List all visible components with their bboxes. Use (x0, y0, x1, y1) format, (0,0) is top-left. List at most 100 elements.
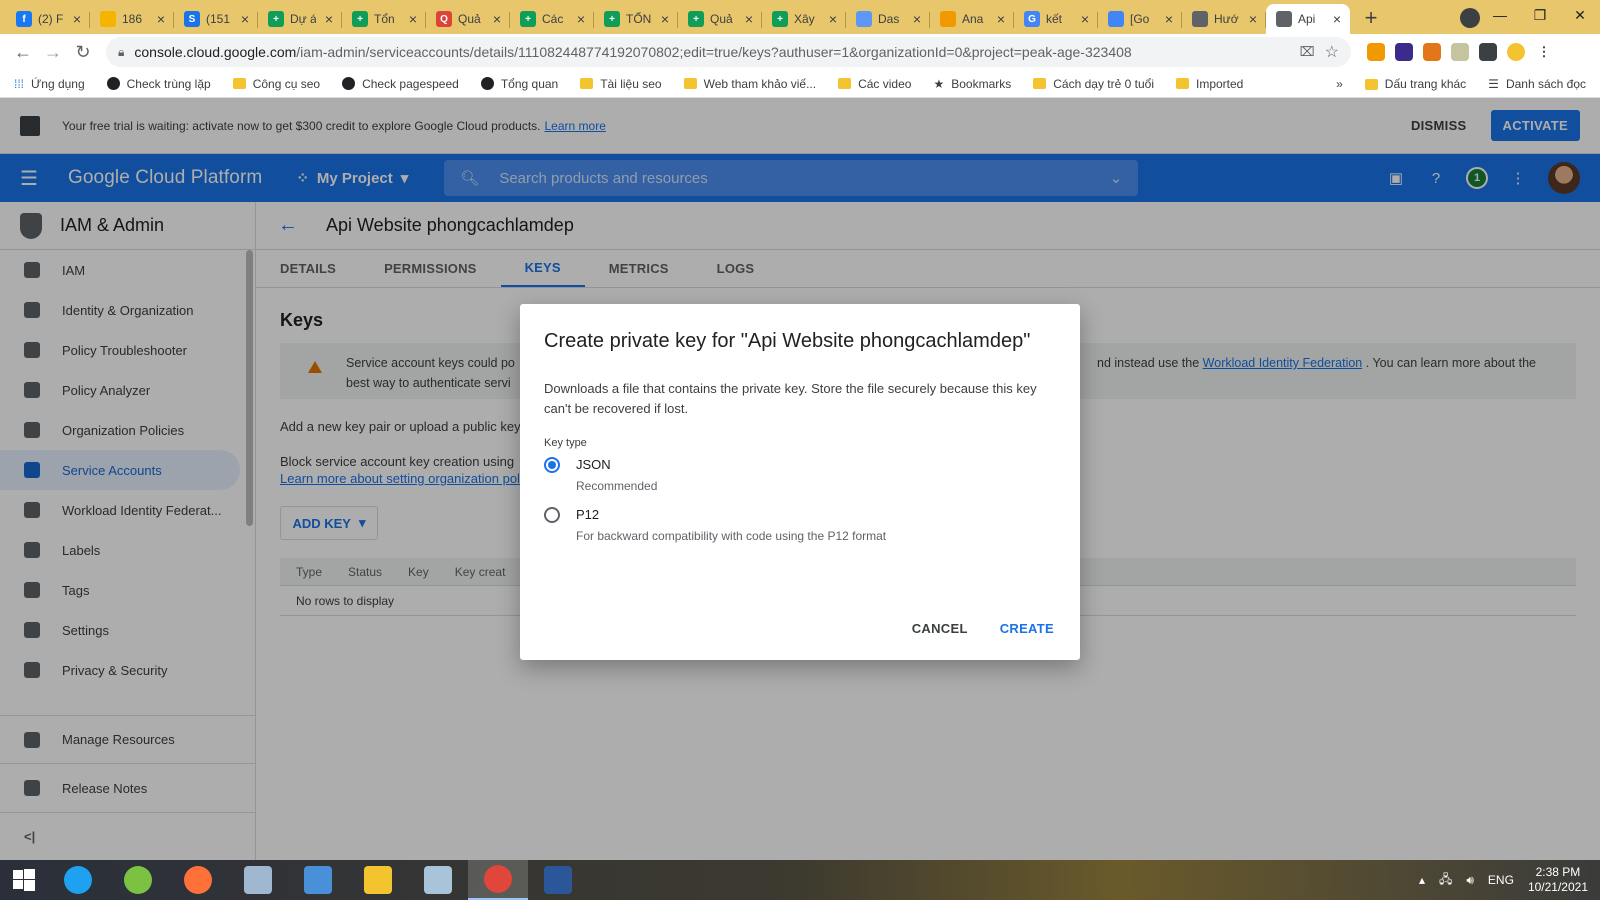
browser-tab[interactable]: S (151 × (174, 4, 258, 34)
browser-tab[interactable]: 186 × (90, 4, 174, 34)
tab-close-icon[interactable]: × (1330, 12, 1344, 26)
profile-extension-icon[interactable] (1507, 43, 1525, 61)
taskbar-chrome-icon[interactable] (468, 860, 528, 900)
json-option[interactable]: JSON Recommended (544, 455, 1056, 493)
browser-tab[interactable]: + TỔN × (594, 4, 678, 34)
tab-close-icon[interactable]: × (154, 12, 168, 26)
puzzle-extensions-icon[interactable] (1479, 43, 1497, 61)
bookmark-item[interactable]: Công cụ seo (232, 77, 320, 91)
tab-favicon-icon (856, 11, 872, 27)
json-label[interactable]: JSON (576, 455, 657, 475)
bookmark-item[interactable]: Check pagespeed (342, 77, 459, 91)
lock-icon[interactable]: 🔒︎ (118, 45, 124, 60)
bookmark-item[interactable]: Cách dạy trẻ 0 tuổi (1033, 77, 1154, 91)
tab-close-icon[interactable]: × (574, 12, 588, 26)
browser-tab[interactable]: + Tổn × (342, 4, 426, 34)
tab-close-icon[interactable]: × (742, 12, 756, 26)
metamask-icon[interactable] (1423, 43, 1441, 61)
p12-option[interactable]: P12 For backward compatibility with code… (544, 505, 1056, 543)
tab-favicon-icon: + (772, 11, 788, 27)
bookmarks-overflow-icon[interactable]: » (1336, 77, 1343, 91)
close-window-icon[interactable]: ✕ (1560, 7, 1600, 24)
network-icon[interactable]: 🖧︎ (1439, 870, 1452, 891)
bookmark-star-icon[interactable]: ☆ (1325, 42, 1339, 62)
folder-icon (838, 78, 852, 89)
create-button[interactable]: CREATE (1000, 621, 1054, 636)
language-indicator[interactable]: ENG (1488, 873, 1514, 887)
bookmark-item[interactable]: Tài liệu seo (580, 77, 662, 91)
browser-tab[interactable]: + Xây × (762, 4, 846, 34)
bookmark-item[interactable]: ⁞⁞⁞ Ứng dụng (14, 77, 85, 91)
windows-start-icon[interactable] (0, 860, 48, 900)
browser-tab[interactable]: + Dự á × (258, 4, 342, 34)
tab-close-icon[interactable]: × (1246, 12, 1260, 26)
other-bookmarks-folder[interactable]: Dấu trang khác (1364, 77, 1466, 91)
translate-icon[interactable]: ⌧ (1300, 44, 1315, 60)
volume-icon[interactable]: 🔊︎ (1466, 873, 1474, 888)
taskbar-word-icon[interactable] (528, 860, 588, 900)
extension-4-icon[interactable] (1451, 43, 1469, 61)
dialog-actions: CANCEL CREATE (912, 621, 1054, 636)
extension-2-icon[interactable] (1395, 43, 1413, 61)
extension-1-icon[interactable] (1367, 43, 1385, 61)
address-bar-row: ← → ↻ 🔒︎ console.cloud.google.com/iam-ad… (0, 34, 1600, 70)
tray-expand-icon[interactable]: ▴ (1419, 873, 1425, 887)
browser-tab[interactable]: + Quả × (678, 4, 762, 34)
browser-tab[interactable]: Gkết × (1014, 4, 1098, 34)
bookmark-label: Imported (1196, 76, 1244, 91)
restore-icon[interactable]: ❐ (1520, 7, 1560, 24)
tab-title: Quả (710, 12, 733, 26)
taskbar-notepad-icon[interactable] (408, 860, 468, 900)
p12-label[interactable]: P12 (576, 505, 886, 525)
tab-close-icon[interactable]: × (406, 12, 420, 26)
back-arrow-icon[interactable]: ← (8, 37, 38, 67)
clock[interactable]: 2:38 PM 10/21/2021 (1528, 865, 1588, 895)
tab-close-icon[interactable]: × (70, 12, 84, 26)
cancel-button[interactable]: CANCEL (912, 621, 968, 636)
forward-arrow-icon[interactable]: → (38, 37, 68, 67)
tab-close-icon[interactable]: × (322, 12, 336, 26)
tab-close-icon[interactable]: × (994, 12, 1008, 26)
tab-close-icon[interactable]: × (1078, 12, 1092, 26)
chrome-profile-menu-icon[interactable] (1460, 8, 1480, 28)
tab-close-icon[interactable]: × (238, 12, 252, 26)
omnibox[interactable]: 🔒︎ console.cloud.google.com/iam-admin/se… (106, 37, 1351, 67)
tab-close-icon[interactable]: × (658, 12, 672, 26)
minimize-icon[interactable]: — (1480, 7, 1520, 23)
browser-tab[interactable]: Ana × (930, 4, 1014, 34)
browser-tab[interactable]: + Các × (510, 4, 594, 34)
window-controls: — ❐ ✕ (1480, 0, 1600, 30)
taskbar-internet-explorer-icon[interactable] (48, 860, 108, 900)
taskbar-control-panel-icon[interactable] (288, 860, 348, 900)
taskbar-calculator-icon[interactable] (228, 860, 288, 900)
bookmark-item[interactable]: Imported (1176, 77, 1243, 91)
taskbar-file-explorer-icon[interactable] (348, 860, 408, 900)
tab-favicon-icon: S (184, 11, 200, 27)
tab-close-icon[interactable]: × (910, 12, 924, 26)
p12-radio[interactable] (544, 507, 560, 523)
browser-tab[interactable]: Q Quả × (426, 4, 510, 34)
tab-title: Das (878, 12, 900, 26)
url-text[interactable]: console.cloud.google.com/iam-admin/servi… (134, 44, 1289, 60)
bookmark-item[interactable]: Tổng quan (480, 77, 558, 91)
chrome-menu-icon[interactable]: ⋮ (1535, 43, 1553, 61)
browser-tab[interactable]: Hướ × (1182, 4, 1266, 34)
tab-close-icon[interactable]: × (1162, 12, 1176, 26)
browser-tab[interactable]: f (2) F × (6, 4, 90, 34)
notepad-icon (424, 866, 452, 894)
bookmark-item[interactable]: Web tham khảo viế... (683, 77, 816, 91)
json-radio[interactable] (544, 457, 560, 473)
browser-tab[interactable]: Das × (846, 4, 930, 34)
tab-close-icon[interactable]: × (490, 12, 504, 26)
bookmark-item[interactable]: Các video (838, 77, 911, 91)
taskbar-firefox-icon[interactable] (168, 860, 228, 900)
new-tab-icon[interactable]: + (1356, 3, 1386, 33)
taskbar-greenshot-icon[interactable] (108, 860, 168, 900)
reload-icon[interactable]: ↻ (68, 37, 98, 67)
bookmark-item[interactable]: Check trùng lặp (106, 77, 211, 91)
browser-tab[interactable]: [Go × (1098, 4, 1182, 34)
bookmark-item[interactable]: ★ Bookmarks (933, 77, 1011, 91)
browser-tab[interactable]: Api × (1266, 4, 1350, 34)
tab-close-icon[interactable]: × (826, 12, 840, 26)
reading-list[interactable]: ☰ Danh sách đọc (1488, 77, 1586, 91)
